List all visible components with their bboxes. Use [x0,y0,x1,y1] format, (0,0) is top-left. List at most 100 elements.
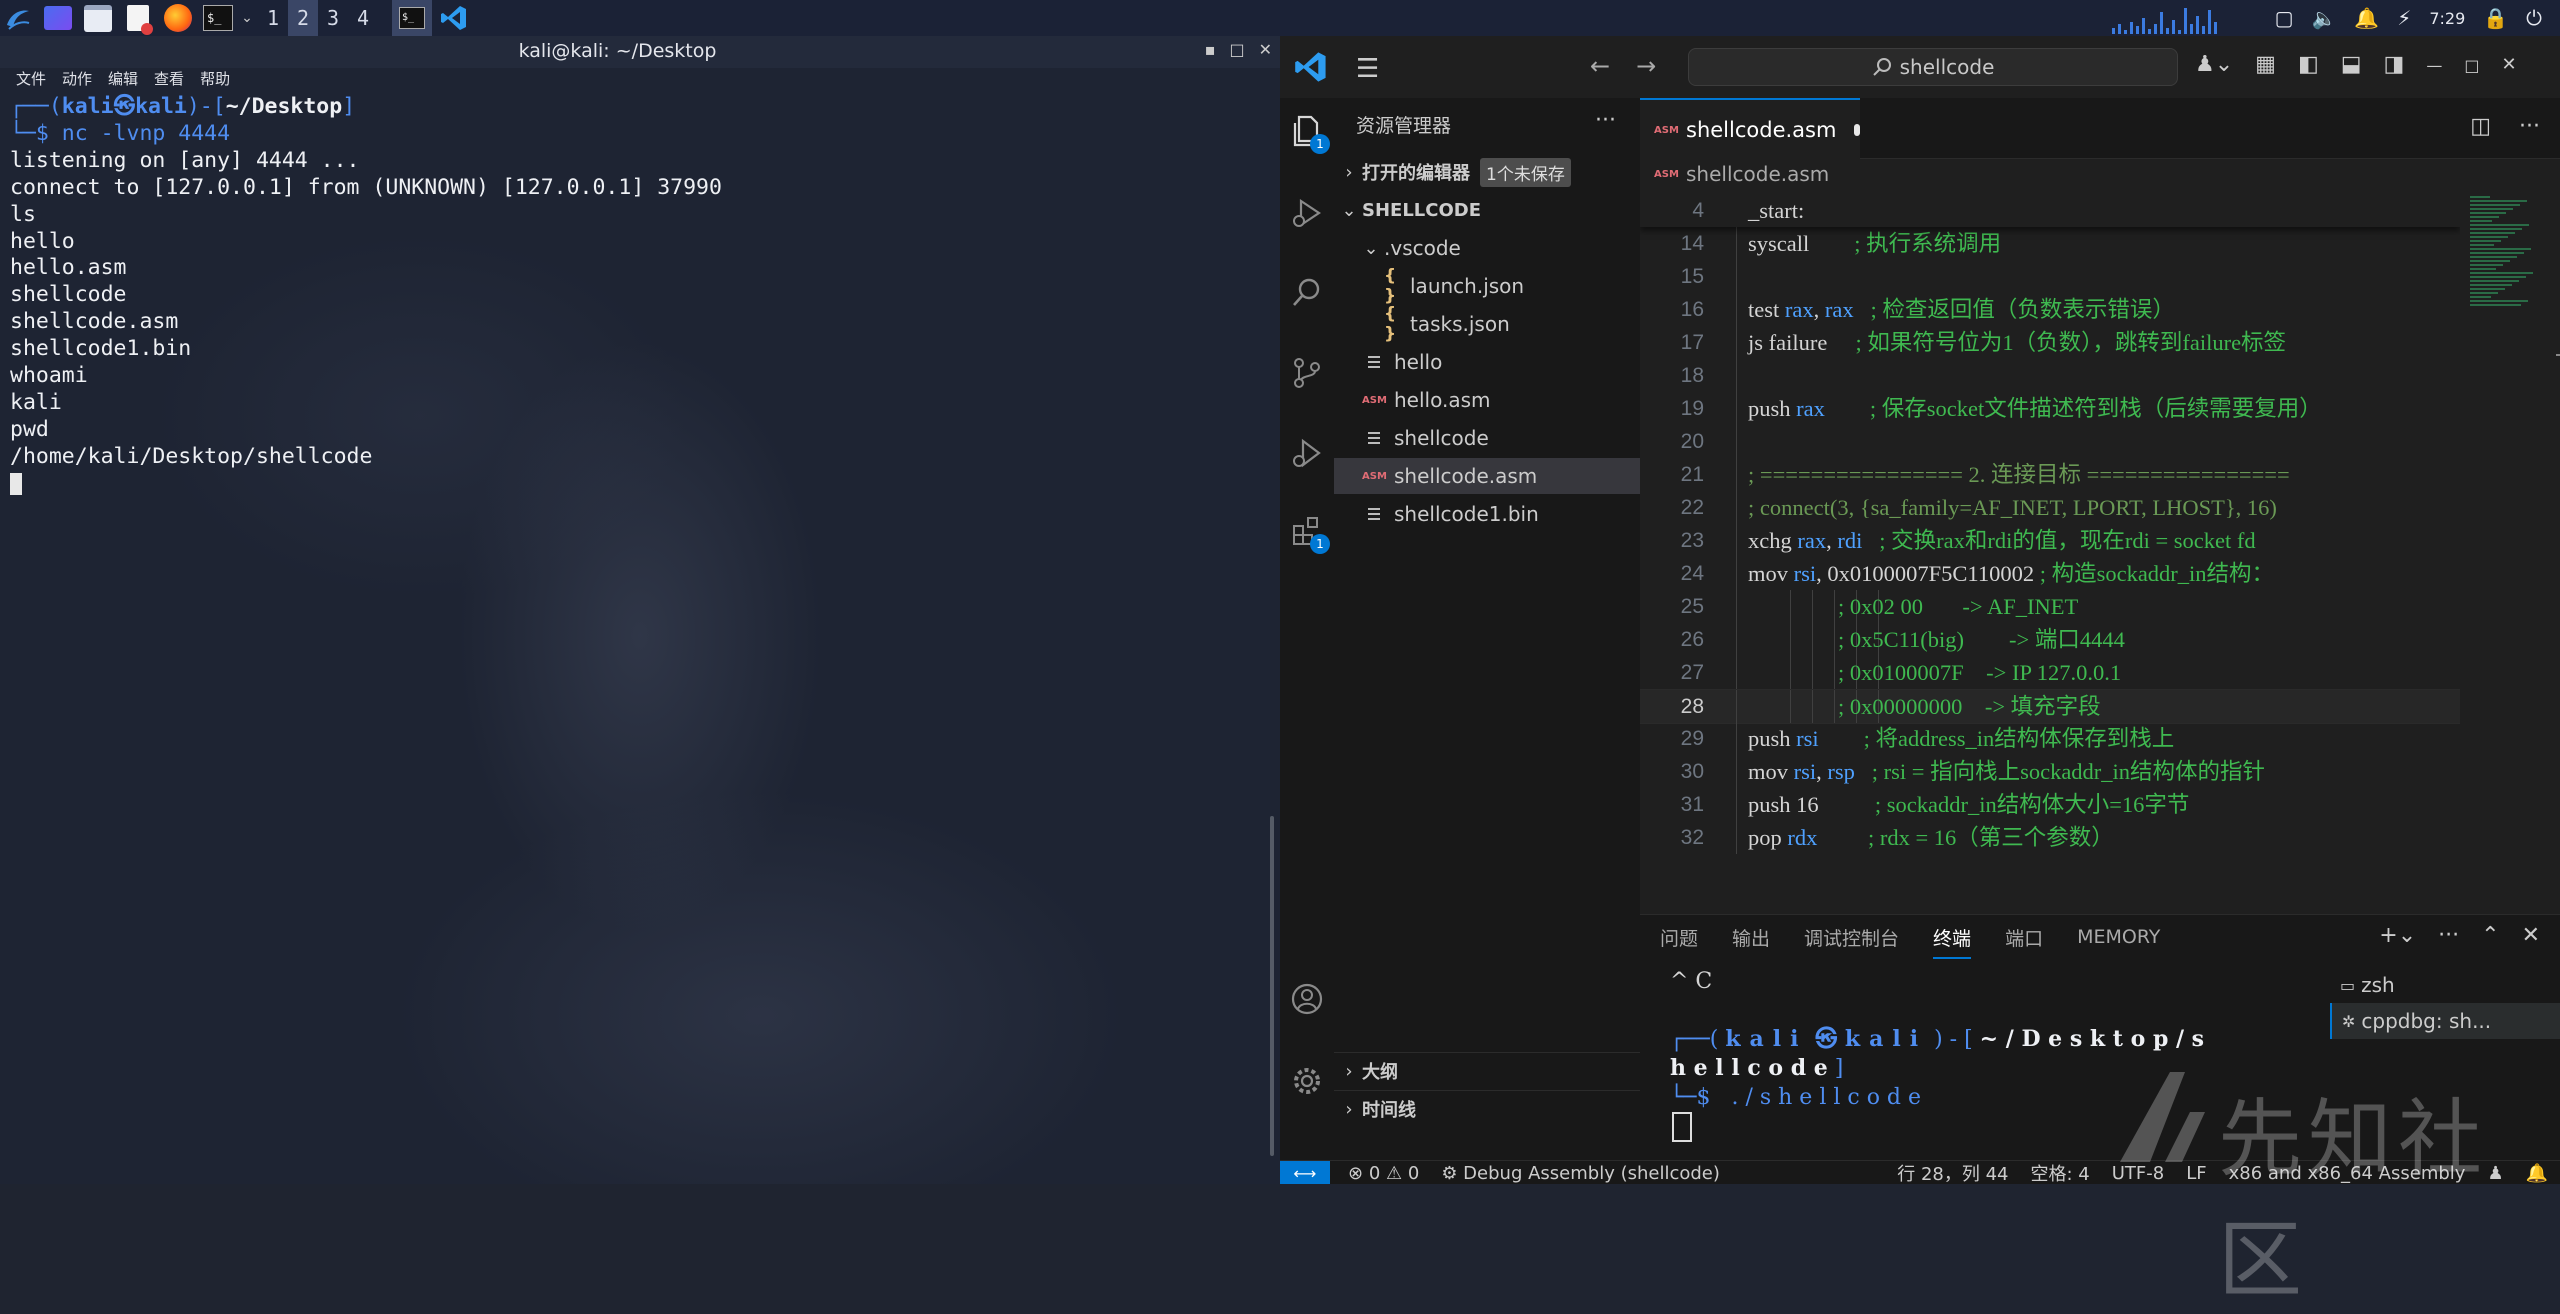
menu-help[interactable]: 帮助 [200,68,230,92]
tree-item[interactable]: ASM shellcode.asm [1334,458,1640,494]
unsaved-dot-icon[interactable] [1854,124,1860,136]
breadcrumb-file[interactable]: shellcode.asm [1686,162,1829,186]
back-arrow-icon[interactable]: ← [1590,52,1610,80]
debug-status[interactable]: ⚙ Debug Assembly (shellcode) [1441,1163,1720,1184]
terminal-scrollbar[interactable] [1270,816,1274,1156]
code-line[interactable]: 27 ; 0x0100007F -> IP 127.0.0.1 [1640,656,2460,689]
cursor-position[interactable]: 行 28，列 44 [1897,1160,2008,1184]
copilot-icon[interactable]: ♟⌄ [2195,52,2233,77]
forward-arrow-icon[interactable]: → [1636,52,1656,80]
open-editors-section[interactable]: › 打开的编辑器 1个未保存 [1334,154,1640,190]
firefox-icon[interactable] [160,0,196,36]
timeline-section[interactable]: › 时间线 [1334,1090,1640,1127]
end-of-line[interactable]: LF [2186,1163,2206,1184]
split-editor-icon[interactable]: ◫ [2470,114,2491,139]
code-line[interactable]: 32 pop rdx ; rdx = 16（第三个参数） [1640,821,2460,854]
code-line[interactable]: 20 [1640,425,2460,458]
extensions-icon[interactable]: 1 [1288,512,1330,554]
tab-shellcode-asm[interactable]: ASM shellcode.asm [1640,98,1860,160]
lock-icon[interactable]: 🔒 [2483,6,2508,30]
search-icon[interactable] [1288,274,1326,312]
minimap[interactable] [2470,194,2536,334]
code-line[interactable]: 17 js failure ; 如果符号位为1（负数），跳转到failure标签 [1640,326,2460,359]
code-line[interactable]: 26 ; 0x5C11(big) -> 端口4444 [1640,623,2460,656]
workspace-3[interactable]: 3 [318,0,348,36]
command-center-search[interactable]: shellcode [1688,48,2178,86]
problems-status[interactable]: ⊗ 0 ⚠ 0 [1348,1163,1419,1184]
toggle-panel-icon[interactable]: ⬓ [2341,52,2362,77]
tree-item[interactable]: { } launch.json [1334,266,1640,306]
more-actions-icon[interactable]: ··· [1595,108,1616,133]
run-and-debug-icon[interactable] [1288,434,1326,472]
close-panel-icon[interactable]: ✕ [2522,923,2540,948]
language-mode[interactable]: x86 and x86_64 Assembly [2229,1163,2466,1184]
indentation[interactable]: 空格: 4 [2031,1160,2090,1184]
new-terminal-icon[interactable]: +⌄ [2379,923,2416,948]
close-icon[interactable]: ✕ [2501,54,2516,77]
tree-item[interactable]: { } tasks.json [1334,304,1640,344]
minimize-icon[interactable]: — [2426,56,2442,77]
terminal-item-zsh[interactable]: ▭ zsh [2330,967,2560,1003]
vscode-task-icon[interactable] [436,0,472,36]
folder-section[interactable]: ⌄ SHELLCODE [1334,192,1640,228]
layout-icon[interactable]: ▦ [2255,52,2276,77]
code-line[interactable]: 30 mov rsi, rsp ; rsi = 指向栈上sockaddr_in结构… [1640,755,2460,788]
power-icon[interactable]: ⚡ [2397,6,2411,30]
menu-file[interactable]: 文件 [16,68,46,92]
toggle-secondary-sidebar-icon[interactable]: ◨ [2384,52,2405,77]
code-line[interactable]: 21 ; ================ 2. 连接目标 ===========… [1640,458,2460,491]
source-control-icon[interactable] [1288,354,1326,392]
tab-output[interactable]: 输出 [1732,924,1770,951]
terminal-output[interactable]: ┌──(kali㉿kali)-[~/Desktop] └─$ nc -lvnp 4… [10,94,1260,498]
close-icon[interactable]: ✕ [1259,40,1272,59]
menu-edit[interactable]: 编辑 [108,68,138,92]
workspace-1[interactable]: 1 [258,0,288,36]
run-debug-icon[interactable] [1288,194,1326,232]
editor-scrollbar[interactable] [2546,194,2560,914]
more-actions-icon[interactable]: ··· [2438,923,2459,948]
settings-gear-icon[interactable] [1288,1062,1326,1100]
code-line[interactable]: 23 xchg rax, rdi ; 交换rax和rdi的值，现在rdi = so… [1640,524,2460,557]
volume-icon[interactable]: 🔈 [2311,6,2336,30]
menu-action[interactable]: 动作 [62,68,92,92]
outline-section[interactable]: › 大纲 [1334,1052,1640,1089]
files-icon[interactable] [80,0,116,36]
copilot-status-icon[interactable]: ♟ [2487,1163,2503,1184]
code-line[interactable]: 14 syscall ; 执行系统调用 [1640,227,2460,260]
tree-item[interactable]: ASM hello.asm [1334,382,1640,418]
maximize-icon[interactable]: □ [1229,40,1244,59]
tab-ports[interactable]: 端口 [2005,924,2043,951]
code-line[interactable]: 16 test rax, rax ; 检查返回值（负数表示错误） [1640,293,2460,326]
maximize-panel-icon[interactable]: ⌃ [2481,923,2499,948]
explorer-icon[interactable]: 1 [1288,112,1330,154]
chevron-down-icon[interactable]: ⌄ [240,0,254,36]
code-line[interactable]: 29 push rsi ; 将address_in结构体保存到栈上 [1640,722,2460,755]
notifications-icon[interactable]: 🔔 [2526,1163,2548,1184]
minimize-icon[interactable]: ▪ [1205,40,1216,59]
menu-hamburger-icon[interactable]: ☰ [1356,54,1379,84]
terminal-task-icon[interactable]: $_ [392,0,432,36]
tree-item[interactable]: shellcode [1334,420,1640,456]
code-line[interactable]: 25 ; 0x02 00 -> AF_INET [1640,590,2460,623]
menu-view[interactable]: 查看 [154,68,184,92]
text-editor-icon[interactable] [120,0,156,36]
screen-icon[interactable]: ▢ [2275,6,2294,30]
code-line[interactable]: 28 ; 0x00000000 -> 填充字段 [1640,689,2460,724]
code-editor[interactable]: 4 _start: 13xor rdx, rdx ; rdx = 0（第三个参数… [1640,194,2460,914]
logout-icon[interactable]: ⏻ [2526,6,2542,30]
tree-item[interactable]: hello [1334,344,1640,380]
tab-memory[interactable]: MEMORY [2077,926,2160,948]
workspace-4[interactable]: 4 [348,0,378,36]
code-line[interactable]: 15 [1640,260,2460,293]
code-line[interactable]: 22 ; connect(3, {sa_family=AF_INET, LPORT… [1640,491,2460,524]
tree-item[interactable]: ⌄ .vscode [1334,230,1640,266]
notification-icon[interactable]: 🔔 [2354,6,2379,30]
tab-terminal[interactable]: 终端 [1933,924,1972,959]
sticky-scroll[interactable]: 4 _start: [1640,194,2460,227]
tab-problems[interactable]: 问题 [1660,924,1698,951]
integrated-terminal[interactable]: ^ C ┌──( kali ㉿ kali ) - [ ~ / D e s k t… [1670,967,2310,1142]
toggle-sidebar-icon[interactable]: ◧ [2298,52,2319,77]
more-actions-icon[interactable]: ··· [2519,114,2540,139]
code-line[interactable]: 19 push rax ; 保存socket文件描述符到栈（后续需要复用） [1640,392,2460,425]
remote-icon[interactable]: ⟷ [1280,1161,1330,1184]
